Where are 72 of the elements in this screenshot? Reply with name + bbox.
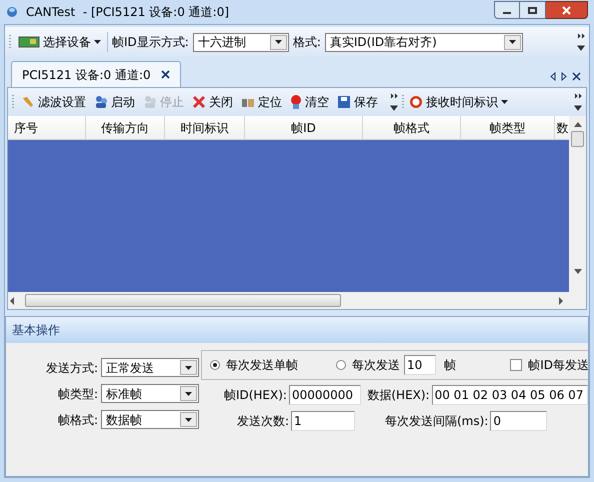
field-label: 数据(HEX):	[367, 387, 430, 404]
close-icon[interactable]	[572, 72, 581, 80]
data-field[interactable]: 00 01 02 03 04 05 06 07	[432, 385, 588, 405]
close-icon	[562, 6, 571, 14]
column-header[interactable]: 帧ID	[245, 116, 363, 139]
field-label: 帧格式:	[56, 412, 98, 428]
caret-icon	[185, 418, 192, 422]
frame-id-field[interactable]: 00000000	[288, 385, 362, 405]
scroll-right-icon[interactable]	[561, 72, 567, 80]
overflow-icon[interactable]	[577, 32, 585, 52]
document-tab[interactable]: PCI5121 设备:0 通道:0	[11, 61, 181, 87]
caret-icon	[185, 366, 192, 370]
column-header[interactable]: 序号	[8, 116, 86, 139]
caret-icon	[501, 100, 508, 104]
dropdown[interactable]: 正常发送	[101, 358, 199, 377]
app-icon	[6, 6, 18, 18]
scroll-down-icon[interactable]	[574, 269, 582, 274]
dropdown[interactable]: 真实ID(ID靠右对齐)	[324, 32, 523, 52]
window-title: CANTest - [PCI5121 设备:0 通道:0]	[26, 4, 230, 21]
overflow-icon[interactable]	[390, 92, 398, 112]
people-icon	[94, 95, 108, 109]
column-header[interactable]: 帧类型	[461, 116, 555, 139]
circuit-board-icon	[18, 36, 40, 48]
toolbar-button[interactable]: 启动	[92, 93, 137, 111]
checkbox-option[interactable]: 帧ID每发送	[510, 356, 588, 374]
field-label: 帧ID(HEX):	[222, 387, 287, 404]
radio-option[interactable]: 每次发送	[336, 356, 400, 374]
toolbar-button[interactable]: 定位	[239, 93, 284, 111]
scrollbar-thumb[interactable]	[25, 294, 341, 307]
overflow-icon[interactable]	[574, 92, 582, 112]
column-header[interactable]: 帧格式	[363, 116, 461, 139]
dropdown[interactable]: 数据帧	[101, 410, 199, 429]
scroll-up-icon[interactable]	[574, 122, 582, 127]
send-times-field[interactable]: 1	[291, 411, 355, 431]
scroll-left-icon[interactable]	[550, 72, 556, 80]
close-button[interactable]	[546, 1, 588, 19]
field-label: 帧类型:	[56, 386, 98, 402]
scroll-left-icon[interactable]	[10, 296, 15, 304]
vertical-scrollbar[interactable]	[569, 116, 586, 309]
scrollbar-thumb[interactable]	[571, 131, 584, 147]
receive-time-button[interactable]: 接收时间标识	[409, 93, 508, 111]
caret-icon	[94, 40, 101, 44]
field-label: 发送次数:	[236, 413, 289, 430]
column-header[interactable]: 时间标识	[165, 116, 245, 139]
cross-icon	[192, 95, 206, 109]
caret-icon	[274, 40, 282, 44]
caret-icon	[185, 392, 192, 396]
toolbar-button[interactable]: 清空	[288, 93, 331, 111]
dropdown[interactable]: 十六进制	[192, 32, 289, 52]
close-icon[interactable]	[160, 70, 170, 79]
interval-field[interactable]: 0	[490, 411, 548, 431]
radio-option[interactable]: 每次发送单帧	[210, 356, 298, 374]
unit-label: 帧	[444, 357, 456, 374]
toolbar-button[interactable]: 保存	[335, 93, 380, 111]
people-icon	[143, 95, 157, 109]
id-display-label: 帧ID显示方式:	[112, 34, 189, 51]
field-label: 每次发送间隔(ms):	[385, 413, 488, 430]
select-device-button[interactable]: 选择设备	[16, 33, 103, 51]
column-header[interactable]: 传输方向	[86, 116, 165, 139]
scroll-right-icon[interactable]	[558, 296, 563, 304]
format-label: 格式:	[292, 34, 321, 51]
maximize-button[interactable]	[520, 1, 546, 19]
minimize-button[interactable]	[494, 1, 520, 19]
bulb-icon	[290, 95, 302, 109]
field-label: 发送方式:	[44, 360, 98, 376]
panel-title: 基本操作	[12, 322, 60, 339]
caret-icon	[508, 40, 516, 44]
toolbar-button[interactable]: 关闭	[190, 93, 235, 111]
dropdown[interactable]: 标准帧	[101, 384, 199, 403]
count-field[interactable]: 10	[404, 355, 436, 375]
toolbar-button[interactable]: 滤波设置	[19, 93, 88, 111]
horizontal-scrollbar[interactable]	[8, 292, 569, 309]
